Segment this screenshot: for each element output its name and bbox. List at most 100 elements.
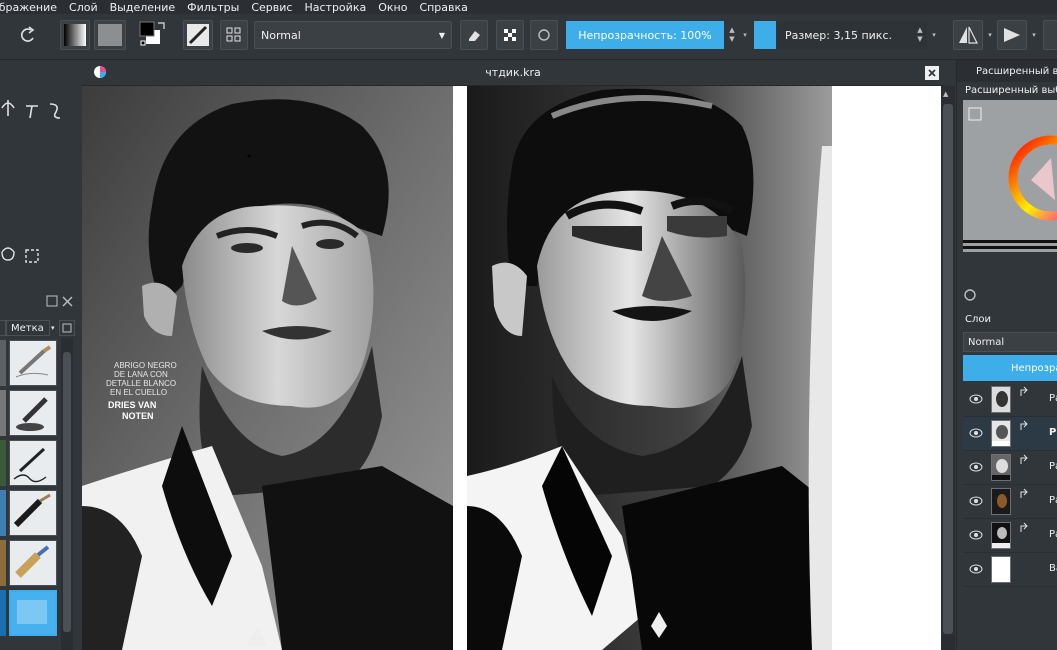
docker-tab[interactable]: Расширенный выбо [957, 60, 1057, 82]
pattern-swatch-button[interactable] [94, 20, 126, 50]
preset-edge [0, 440, 6, 486]
alpha-lock-icon[interactable] [1019, 488, 1031, 500]
magnetic-select-icon [25, 249, 39, 263]
mirror-vertical-icon[interactable] [997, 20, 1027, 50]
size-spinner[interactable]: ▲ ▼ [914, 21, 926, 49]
menu-tools[interactable]: Сервис [245, 1, 298, 14]
chevron-down-icon: ▼ [438, 30, 445, 40]
layer-row[interactable]: Ра [963, 519, 1057, 553]
menu-image[interactable]: ображение [0, 1, 63, 14]
gradient-swatch-button[interactable] [60, 20, 90, 50]
layer-name: Ра [1049, 393, 1057, 404]
size-slider-fill[interactable] [754, 21, 776, 49]
preset-edge [0, 340, 6, 386]
layer-opacity-slider[interactable]: Непрозрачн [963, 355, 1057, 381]
similar-select-icon [1, 247, 15, 261]
caption-line-1: ABRIGO NEGRO [114, 361, 177, 370]
canvas-scrollbar-thumb[interactable] [943, 104, 953, 634]
layer-thumbnail [991, 420, 1011, 447]
layer-name: Ра [1049, 495, 1057, 506]
document-title: чтдик.kra [485, 66, 541, 79]
refresh-icon[interactable] [963, 288, 977, 302]
layer-thumbnail [991, 454, 1011, 481]
canvas-gap [453, 86, 467, 650]
layer-blend-mode-select[interactable]: Normal [963, 332, 1057, 352]
layer-thumbnail [991, 522, 1011, 549]
caption-line-3: DETALLE BLANCO [106, 379, 176, 388]
mirror-horizontal-icon[interactable] [953, 20, 983, 50]
opacity-menu-chevron[interactable]: ▾ [739, 21, 751, 49]
wrap-around-icon[interactable] [1043, 20, 1057, 50]
menu-help[interactable]: Справка [413, 1, 473, 14]
freehand-path-icon [49, 103, 61, 119]
layer-row[interactable]: Ра [963, 451, 1057, 485]
preset-marker[interactable] [9, 390, 57, 436]
preset-edge [0, 490, 6, 536]
visibility-eye-icon[interactable] [969, 494, 983, 508]
preset-bristle-brush[interactable] [9, 540, 57, 586]
layer-name: Р [1049, 427, 1057, 438]
brush-preset-list [0, 338, 80, 650]
menu-window[interactable]: Окно [372, 1, 413, 14]
visibility-eye-icon[interactable] [969, 528, 983, 542]
painting [467, 86, 832, 650]
selector-title: Расширенный выбор [965, 85, 1057, 96]
preset-ink-pen[interactable] [9, 440, 57, 486]
caption-line-2: DE LANA CON [114, 370, 168, 379]
alpha-lock-icon[interactable] [1019, 386, 1031, 398]
preset-pencil[interactable] [9, 340, 57, 386]
preserve-alpha-icon[interactable] [496, 20, 524, 50]
alpha-lock-icon[interactable] [1019, 522, 1031, 534]
redo-icon[interactable] [18, 24, 38, 48]
canvas-scrollbar[interactable]: ▲ [941, 86, 955, 650]
opacity-spinner[interactable]: ▲ ▼ [726, 21, 738, 49]
eraser-mode-icon[interactable] [460, 20, 488, 50]
preset-edge [0, 590, 6, 636]
layer-row[interactable]: Ва [963, 553, 1057, 587]
alpha-lock-icon[interactable] [1019, 420, 1031, 432]
menu-select[interactable]: Выделение [104, 1, 182, 14]
close-icon[interactable] [924, 65, 940, 81]
menu-filters[interactable]: Фильтры [181, 1, 245, 14]
preset-paint-brush[interactable] [9, 490, 57, 536]
size-menu-chevron[interactable]: ▾ [928, 21, 940, 49]
fg-bg-color-selector[interactable] [138, 20, 172, 50]
visibility-eye-icon[interactable] [969, 460, 983, 474]
layer-name: Ра [1049, 461, 1057, 472]
visibility-eye-icon[interactable] [969, 392, 983, 406]
alpha-lock-icon[interactable] [1019, 454, 1031, 466]
opacity-slider[interactable]: Непрозрачность: 100% [566, 21, 724, 49]
scroll-up-icon[interactable]: ▲ [943, 90, 948, 98]
advanced-color-selector[interactable] [963, 100, 1057, 252]
reload-preset-icon[interactable] [530, 20, 558, 50]
layer-row-active[interactable]: Р [963, 417, 1057, 451]
preset-scrollbar[interactable] [61, 338, 73, 650]
menu-bar: ображение Слой Выделение Фильтры Сервис … [0, 0, 1057, 14]
chevron-down-icon: ▾ [51, 324, 55, 332]
sv-triangle [1031, 158, 1055, 200]
size-slider[interactable]: Размер: 3,15 пикс. [777, 21, 927, 49]
brush-settings-icon[interactable] [220, 20, 248, 50]
docker-tab-label: Расширенный выбо [976, 65, 1057, 77]
preset-eraser[interactable] [9, 590, 57, 636]
layer-row[interactable]: Ра [963, 485, 1057, 519]
layer-row[interactable]: Ра [963, 383, 1057, 417]
drawing-canvas[interactable]: ABRIGO NEGRO DE LANA CON DETALLE BLANCO … [82, 86, 944, 650]
layer-thumbnail [991, 386, 1011, 413]
brush-preset-button[interactable] [183, 20, 213, 50]
shape-tool-icon [1, 100, 15, 116]
tag-select-label: Метка [11, 322, 44, 334]
menu-settings[interactable]: Настройка [298, 1, 372, 14]
mirror-v-menu-chevron[interactable]: ▾ [1028, 21, 1040, 49]
blend-mode-select[interactable]: Normal ▼ [254, 21, 452, 49]
menu-layer[interactable]: Слой [63, 1, 104, 14]
mirror-menu-chevron[interactable]: ▾ [984, 21, 996, 49]
tag-menu-icon[interactable] [58, 320, 75, 336]
layer-thumbnail [991, 556, 1011, 583]
preset-scrollbar-thumb[interactable] [63, 352, 71, 632]
tag-select[interactable]: Метка [6, 320, 50, 336]
canvas-white-margin [832, 86, 944, 650]
visibility-eye-icon[interactable] [969, 562, 983, 576]
visibility-eye-icon[interactable] [969, 426, 983, 440]
float-docker-icon [46, 295, 58, 307]
